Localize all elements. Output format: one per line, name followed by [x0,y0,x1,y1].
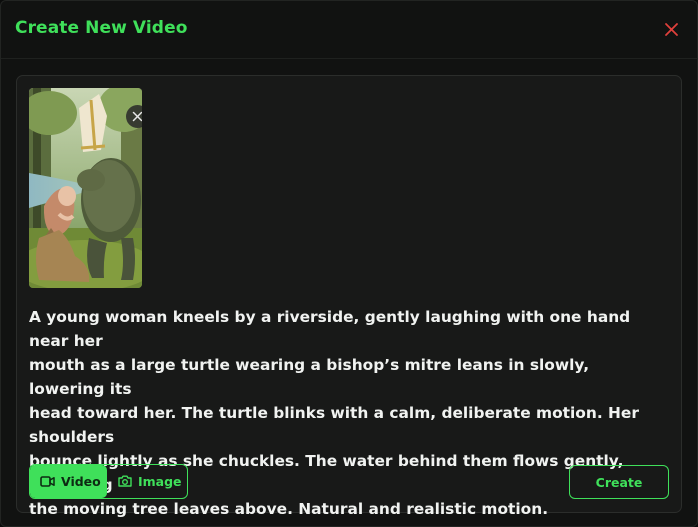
create-button[interactable]: Create [569,465,669,499]
attached-image-thumbnail[interactable] [29,88,142,288]
close-icon [665,23,678,36]
image-mode-label: Image [138,474,182,489]
prompt-panel: A young woman kneels by a riverside, gen… [16,75,682,518]
reference-image [29,88,142,288]
close-icon [132,111,142,122]
create-video-dialog: Create New Video A young woman kneels by… [0,0,698,527]
video-mode-button[interactable]: Video [30,465,107,498]
dialog-title: Create New Video [15,18,188,38]
remove-image-button[interactable] [126,105,142,128]
image-mode-button[interactable]: Image [108,465,187,498]
video-mode-label: Video [61,474,101,489]
video-camera-icon [40,476,55,487]
camera-icon [118,475,132,487]
dialog-header: Create New Video [1,1,697,59]
close-button[interactable] [661,19,683,41]
mode-toggle: Video Image [29,464,188,499]
